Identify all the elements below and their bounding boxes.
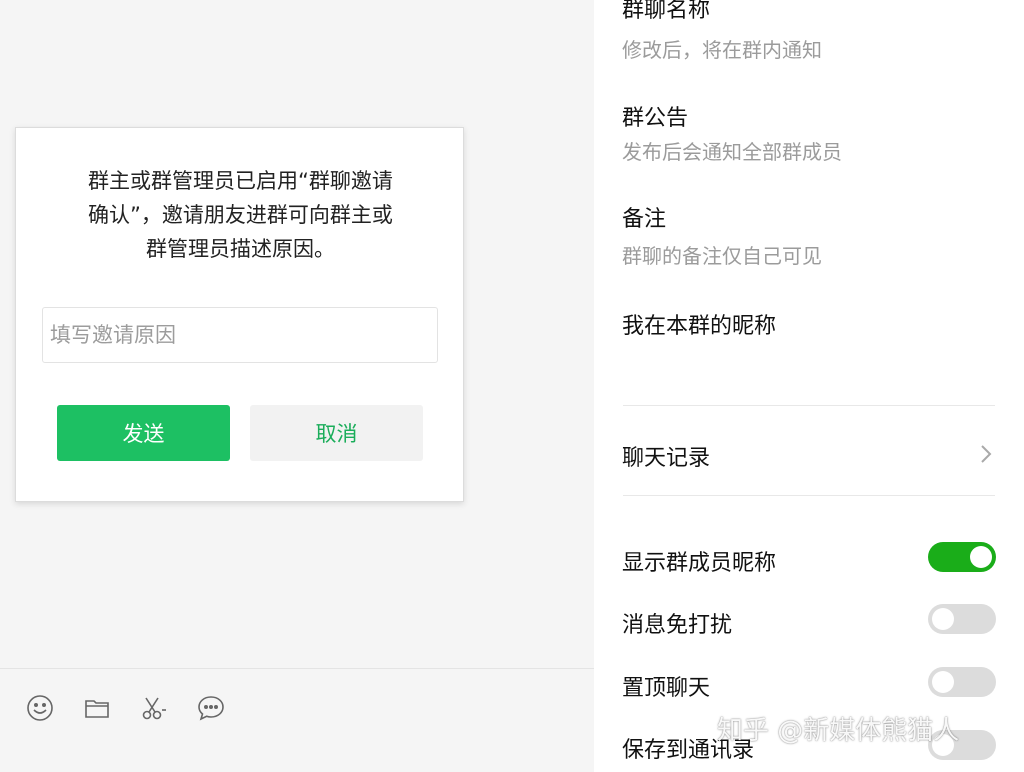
section-divider	[623, 495, 995, 496]
dialog-message-line: 群管理员描述原因。	[146, 237, 335, 261]
group-settings-panel: 群聊名称 修改后，将在群内通知 群公告 发布后会通知全部群成员 备注 群聊的备注…	[594, 0, 1024, 772]
pin-chat-toggle[interactable]	[928, 667, 996, 697]
chevron-right-icon[interactable]	[976, 443, 996, 465]
input-area-divider	[0, 668, 594, 669]
emoji-icon[interactable]	[22, 690, 58, 726]
toggle-knob	[932, 608, 954, 630]
my-nickname-title[interactable]: 我在本群的昵称	[622, 308, 776, 340]
cancel-button[interactable]: 取消	[250, 405, 423, 461]
chat-area: 群主或群管理员已启用“群聊邀请 确认”，邀请朋友进群可向群主或 群管理员描述原因…	[0, 0, 594, 772]
remark-title[interactable]: 备注	[622, 201, 666, 233]
input-toolbar	[22, 690, 250, 726]
group-name-subtitle[interactable]: 修改后，将在群内通知	[622, 34, 822, 63]
send-button[interactable]: 发送	[57, 405, 230, 461]
invite-reason-dialog: 群主或群管理员已启用“群聊邀请 确认”，邀请朋友进群可向群主或 群管理员描述原因…	[15, 127, 464, 502]
show-member-nicknames-label: 显示群成员昵称	[622, 551, 777, 576]
toggle-knob	[970, 546, 992, 568]
dialog-message-line: 群主或群管理员已启用“群聊邀请	[88, 169, 393, 193]
dialog-message: 群主或群管理员已启用“群聊邀请 确认”，邀请朋友进群可向群主或 群管理员描述原因…	[46, 164, 435, 266]
remark-subtitle[interactable]: 群聊的备注仅自己可见	[622, 240, 822, 269]
invite-reason-input[interactable]	[42, 307, 438, 363]
pin-chat-label: 置顶聊天	[622, 676, 711, 701]
announcement-title[interactable]: 群公告	[622, 100, 688, 132]
chat-bubble-icon[interactable]	[193, 690, 229, 726]
folder-icon[interactable]	[79, 690, 115, 726]
announcement-subtitle[interactable]: 发布后会通知全部群成员	[622, 136, 842, 165]
mute-notifications-toggle[interactable]	[928, 604, 996, 634]
show-member-nicknames-toggle[interactable]	[928, 542, 996, 572]
dialog-message-line: 确认”，邀请朋友进群可向群主或	[88, 203, 393, 227]
chat-history-label[interactable]: 聊天记录	[622, 440, 710, 472]
scissors-icon[interactable]	[136, 690, 172, 726]
section-divider	[623, 405, 995, 406]
mute-notifications-label: 消息免打扰	[622, 613, 733, 638]
toggle-knob	[932, 671, 954, 693]
group-name-title[interactable]: 群聊名称	[622, 0, 710, 24]
watermark: 知乎 @新媒体熊猫人	[717, 716, 960, 746]
